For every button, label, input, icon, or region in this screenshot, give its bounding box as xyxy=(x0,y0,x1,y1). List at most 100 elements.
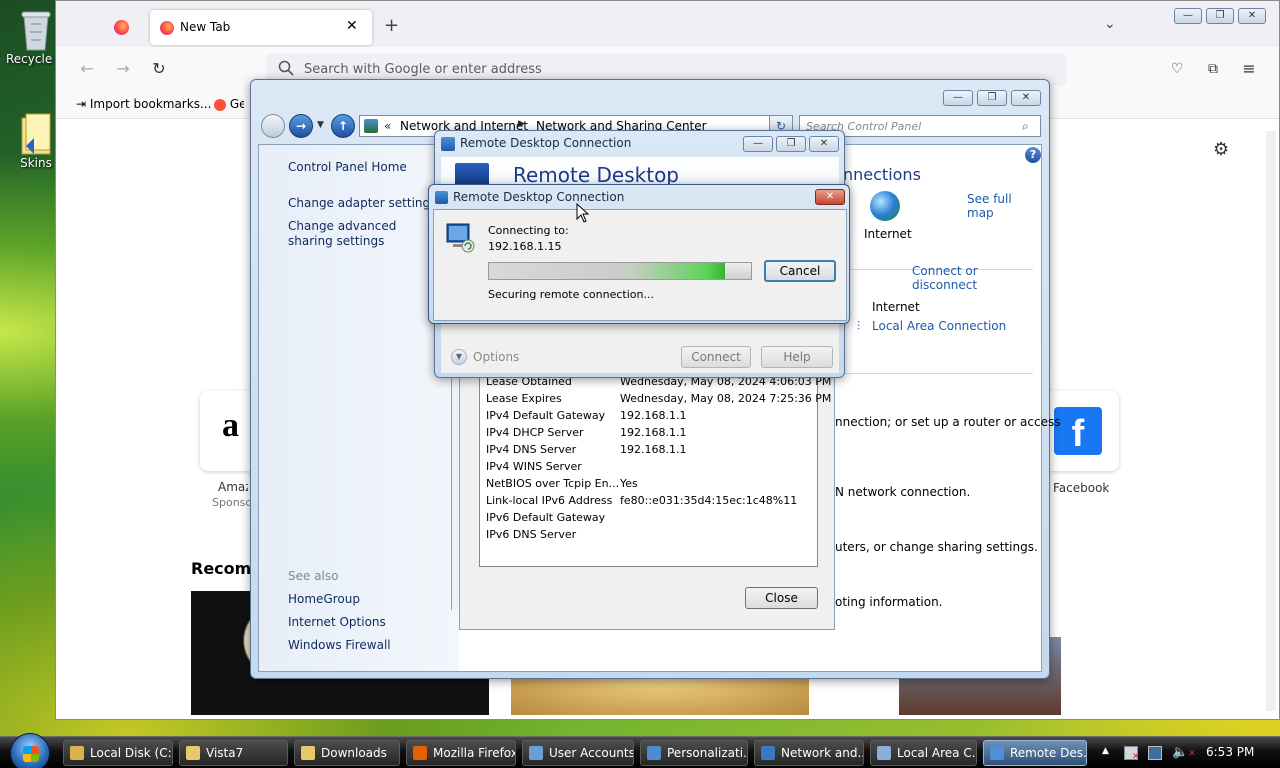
connect-or-disconnect-link[interactable]: Connect or disconnect xyxy=(912,264,1041,292)
forward-arrow-icon[interactable]: → xyxy=(110,56,136,82)
taskbar-button[interactable]: Network and... xyxy=(754,740,864,766)
details-row[interactable]: Link-local IPv6 Address fe80::e031:35d4:1… xyxy=(486,494,816,510)
rdc-close-button[interactable]: ✕ xyxy=(809,136,839,152)
extensions-icon[interactable]: ⧉ xyxy=(1200,56,1226,82)
close-tab-icon[interactable]: ✕ xyxy=(346,18,358,34)
control-panel-home-link[interactable]: Control Panel Home xyxy=(288,160,407,174)
taskbar-button[interactable]: Local Area C... xyxy=(870,740,977,766)
details-property: NetBIOS over Tcpip En... xyxy=(486,477,620,490)
internet-globe-icon xyxy=(870,191,900,221)
connect-button[interactable]: Connect xyxy=(681,346,751,368)
homegroup-link[interactable]: HomeGroup xyxy=(288,592,360,606)
rdc-minimize-button[interactable]: — xyxy=(743,136,773,152)
close-button[interactable]: Close xyxy=(745,587,818,609)
cancel-button[interactable]: Cancel xyxy=(764,260,836,282)
back-button[interactable] xyxy=(261,114,285,138)
tab-new-tab[interactable]: New Tab ✕ xyxy=(150,10,372,45)
breadcrumb-separator-icon: ▶ xyxy=(518,119,525,129)
recent-pages-chevron-icon[interactable]: ▼ xyxy=(317,120,324,130)
options-expand-icon[interactable]: ▼ xyxy=(451,349,467,365)
see-full-map-link[interactable]: See full map xyxy=(967,192,1041,220)
details-property: IPv4 DNS Server xyxy=(486,443,577,456)
details-row[interactable]: IPv4 DHCP Server 192.168.1.1 xyxy=(486,426,816,442)
reload-icon[interactable]: ↻ xyxy=(146,56,172,82)
import-bookmarks-link[interactable]: ⇥ Import bookmarks... xyxy=(76,97,211,111)
pocket-icon[interactable]: ♡ xyxy=(1164,56,1190,82)
firefox-bookmark-icon xyxy=(214,98,226,111)
up-arrow-icon[interactable]: ↑ xyxy=(331,114,355,138)
taskbar-app-icon xyxy=(529,746,543,760)
menu-icon[interactable]: ≡ xyxy=(1236,56,1262,82)
getting-started-link[interactable]: Getting Started xyxy=(214,97,244,111)
ff-minimize-button[interactable]: — xyxy=(1174,8,1202,24)
help-icon[interactable]: ? xyxy=(1025,147,1041,163)
conn-close-button[interactable]: ✕ xyxy=(815,189,845,205)
amazon-logo-icon: a xyxy=(222,407,239,444)
taskbar-app-icon xyxy=(186,746,200,760)
details-row[interactable]: IPv4 Default Gateway 192.168.1.1 xyxy=(486,409,816,425)
new-tab-plus-icon[interactable]: + xyxy=(384,15,399,36)
details-list[interactable]: Lease Obtained Wednesday, May 08, 2024 4:… xyxy=(479,371,831,567)
details-value: 192.168.1.1 xyxy=(620,409,687,422)
taskbar-button[interactable]: Local Disk (C:) xyxy=(63,740,173,766)
details-row[interactable]: IPv4 DNS Server 192.168.1.1 xyxy=(486,443,816,459)
taskbar-button[interactable]: Remote Des... xyxy=(983,740,1087,766)
taskbar-button[interactable]: Mozilla Firefox xyxy=(406,740,516,766)
clock[interactable]: 6:53 PM xyxy=(1206,745,1254,759)
rdc-app-icon xyxy=(441,137,455,151)
rdc-connecting-dialog: Remote Desktop Connection ✕ Connecting t… xyxy=(428,184,850,324)
change-adapter-settings-link[interactable]: Change adapter settings xyxy=(288,196,436,210)
cp-close-button[interactable]: ✕ xyxy=(1011,90,1041,106)
taskbar-app-icon xyxy=(301,746,315,760)
settings-gear-icon[interactable]: ⚙ xyxy=(1213,139,1229,160)
taskbar-app-icon xyxy=(877,746,891,760)
import-icon: ⇥ xyxy=(76,97,90,111)
ff-scrollbar[interactable] xyxy=(1266,131,1276,711)
recycle-bin-icon xyxy=(16,8,56,51)
taskbar-button[interactable]: Personalizati... xyxy=(640,740,748,766)
options-toggle[interactable]: Options xyxy=(473,350,519,364)
cp-minimize-button[interactable]: — xyxy=(943,90,973,106)
windows-firewall-link[interactable]: Windows Firewall xyxy=(288,638,391,652)
details-row[interactable]: IPv6 DNS Server xyxy=(486,528,816,544)
cp-maximize-button[interactable]: ❐ xyxy=(977,90,1007,106)
tray-expand-icon[interactable]: ▲ xyxy=(1102,746,1109,756)
taskbar-app-icon xyxy=(647,746,661,760)
folder-icon xyxy=(16,112,56,155)
change-advanced-sharing-link[interactable]: Change advanced sharing settings xyxy=(288,219,438,249)
list-tabs-chevron-icon[interactable]: ⌄ xyxy=(1104,16,1116,32)
details-row[interactable]: Lease Expires Wednesday, May 08, 2024 7:2… xyxy=(486,392,831,408)
action-center-icon[interactable]: ✕ xyxy=(1124,746,1140,762)
network-tray-icon[interactable] xyxy=(1148,746,1162,760)
help-button[interactable]: Help xyxy=(761,346,833,368)
details-property: IPv6 Default Gateway xyxy=(486,511,606,524)
progress-fill xyxy=(489,263,725,279)
volume-muted-icon[interactable]: 🔈✕ xyxy=(1172,745,1196,760)
details-row[interactable]: IPv4 WINS Server xyxy=(486,460,816,476)
conn-body: Connecting to: 192.168.1.15 Cancel Secur… xyxy=(433,209,847,321)
details-property: IPv4 Default Gateway xyxy=(486,409,606,422)
taskbar-button[interactable]: User Accounts xyxy=(522,740,634,766)
connection-progress-bar xyxy=(488,262,752,280)
start-button[interactable] xyxy=(10,733,50,768)
shortcut-facebook[interactable]: f xyxy=(1043,391,1119,471)
rdc-maximize-button[interactable]: ❐ xyxy=(776,136,806,152)
back-arrow-icon[interactable]: ← xyxy=(74,56,100,82)
local-area-connection-link[interactable]: Local Area Connection xyxy=(872,319,1006,333)
details-row[interactable]: IPv6 Default Gateway xyxy=(486,511,816,527)
details-value: Wednesday, May 08, 2024 7:25:36 PM xyxy=(620,392,832,405)
forward-arrow-icon[interactable]: → xyxy=(289,114,313,138)
firefox-tab-strip: New Tab ✕ + ⌄ — ❐ ✕ xyxy=(56,1,1279,47)
firefox-view-icon[interactable] xyxy=(114,20,129,35)
taskbar-button[interactable]: Vista7 xyxy=(179,740,288,766)
rdc-app-icon xyxy=(435,191,448,204)
internet-options-link[interactable]: Internet Options xyxy=(288,615,386,629)
details-row[interactable]: NetBIOS over Tcpip En... Yes xyxy=(486,477,816,493)
taskbar-button[interactable]: Downloads xyxy=(294,740,400,766)
rdc-footer: ▼ Options Connect Help xyxy=(441,321,839,373)
mouse-cursor-icon xyxy=(576,202,590,226)
ff-close-button[interactable]: ✕ xyxy=(1238,8,1266,24)
ff-restore-button[interactable]: ❐ xyxy=(1206,8,1234,24)
rdc-computer-icon xyxy=(444,222,475,253)
search-icon[interactable]: ⌕ xyxy=(1022,119,1029,134)
